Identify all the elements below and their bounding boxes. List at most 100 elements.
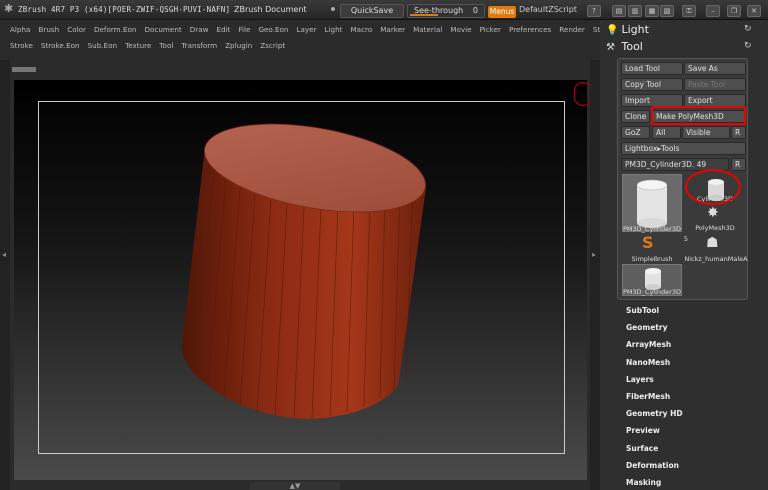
zbrush-logo-icon: ✱ — [4, 2, 14, 15]
tool-reset-icon[interactable]: ↻ — [744, 41, 752, 51]
see-through-fill — [410, 14, 438, 16]
visible-button[interactable]: Visible — [682, 126, 730, 139]
all-button[interactable]: All — [652, 126, 681, 139]
menu-row-2: Stroke Stroke.Eon Sub.Eon Texture Tool Transf… — [10, 41, 293, 55]
zbrush-window: { "titlebar": { "title": "ZBrush 4R7 P3 … — [0, 0, 768, 490]
human-figure-icon[interactable]: ☗ — [706, 235, 719, 251]
menu-item[interactable]: Document — [144, 25, 181, 34]
close-icon[interactable]: ✕ — [747, 5, 761, 17]
menu-item[interactable]: Material — [413, 25, 442, 34]
subpalette-item[interactable]: SubTool — [626, 306, 659, 315]
subpalette-item[interactable]: Surface — [626, 444, 658, 453]
light-reset-icon[interactable]: ↻ — [744, 24, 752, 34]
tool-count: 5 — [683, 235, 689, 243]
menu-bar: Alpha Brush Color Deform.Eon Document Draw Edi… — [10, 22, 617, 58]
menu-item[interactable]: Sub.Eon — [88, 41, 117, 50]
menu-item[interactable]: Edit — [216, 25, 230, 34]
hammer-icon: ⚒ — [606, 42, 615, 53]
r-button[interactable]: R — [731, 126, 746, 139]
subpalette-item[interactable]: Geometry — [626, 323, 667, 332]
window-title: ZBrush 4R7 P3 (x64)[POER-ZWIF-QSGH-PUVI-… — [18, 5, 231, 14]
see-through-value: 0 — [472, 6, 478, 15]
polymesh3d-star-icon[interactable]: ✸ — [707, 205, 719, 221]
menu-item[interactable]: Zplugin — [225, 41, 252, 50]
left-tray-arrow-icon[interactable]: ◂ — [2, 250, 6, 259]
red-highlight-box — [651, 106, 746, 125]
thumb-caption-polymesh3d: PolyMesh3D — [695, 224, 735, 232]
subpalette-item[interactable]: Preview — [626, 426, 660, 435]
lightbox-tools-button[interactable]: Lightbox▸Tools — [621, 142, 746, 155]
menu-item[interactable]: File — [238, 25, 250, 34]
left-tray-scroll[interactable]: ◂ — [0, 60, 10, 490]
subpalette-item[interactable]: Deformation — [626, 461, 679, 470]
subpalette-item[interactable]: NanoMesh — [626, 358, 670, 367]
menu-item[interactable]: Macro — [350, 25, 372, 34]
layout-3-icon[interactable]: ▦ — [645, 5, 659, 17]
menus-toggle-button[interactable]: Menus — [488, 6, 516, 18]
document-name: ZBrush Document — [234, 5, 307, 14]
right-tray-arrow-icon[interactable]: ▸ — [592, 250, 596, 259]
thumb-caption-pm3d: PM3D_Cylinder3D — [623, 225, 681, 233]
minimize-icon[interactable]: – — [706, 5, 720, 17]
menu-item[interactable]: Brush — [38, 25, 59, 34]
r-button-2[interactable]: R — [731, 158, 746, 171]
restore-icon[interactable]: ❐ — [727, 5, 741, 17]
menu-item[interactable]: Transform — [181, 41, 217, 50]
subpalette-item[interactable]: Layers — [626, 375, 654, 384]
tool-palette-panel: 💡 Light ↻ ⚒ Tool ↻ Load Tool Save As Cop… — [600, 20, 768, 490]
menu-item[interactable]: Alpha — [10, 25, 30, 34]
subpalette-item[interactable]: FiberMesh — [626, 392, 670, 401]
copy-tool-button[interactable]: Copy Tool — [621, 78, 683, 91]
tool-palette-header[interactable]: ⚒ Tool — [606, 40, 643, 53]
see-through-slider[interactable]: See-through 0 — [407, 4, 485, 18]
menu-row-1: Alpha Brush Color Deform.Eon Document Draw Edi… — [10, 25, 625, 39]
menu-item[interactable]: Texture — [125, 41, 151, 50]
help-icon[interactable]: ? — [587, 5, 601, 17]
menu-item[interactable]: Draw — [190, 25, 209, 34]
layout-2-icon[interactable]: ▥ — [628, 5, 642, 17]
subpalette-item[interactable]: Masking — [626, 478, 661, 487]
menu-item[interactable]: Stroke.Eon — [41, 41, 80, 50]
menu-item[interactable]: Light — [325, 25, 343, 34]
menu-item[interactable]: Marker — [380, 25, 405, 34]
clone-button[interactable]: Clone — [621, 110, 650, 123]
load-tool-button[interactable]: Load Tool — [621, 62, 683, 75]
menu-item[interactable]: Tool — [159, 41, 173, 50]
quicksave-button[interactable]: QuickSave — [340, 4, 404, 18]
red-highlight-circle — [685, 169, 741, 205]
bottom-tray-arrow-icon[interactable]: ▲▼ — [250, 482, 340, 490]
title-bar: ✱ ZBrush 4R7 P3 (x64)[POER-ZWIF-QSGH-PUV… — [0, 0, 768, 20]
thumb-caption-pm3d-small: PM3D_Cylinder3D — [623, 288, 681, 296]
menu-item[interactable]: Stroke — [10, 41, 33, 50]
status-dot-icon — [331, 7, 335, 11]
default-zscript-button[interactable]: DefaultZScript — [519, 5, 577, 14]
light-palette-header[interactable]: 💡 Light — [606, 23, 649, 36]
right-tray-scroll[interactable]: ▸ — [590, 60, 600, 490]
menu-item[interactable]: Picker — [480, 25, 501, 34]
subpalette-item[interactable]: ArrayMesh — [626, 340, 671, 349]
light-bulb-icon: 💡 — [606, 25, 619, 36]
cylinder-mesh[interactable] — [14, 80, 587, 480]
menu-item[interactable]: Preferences — [509, 25, 551, 34]
save-as-button[interactable]: Save As — [684, 62, 746, 75]
layout-icon[interactable]: ▤ — [612, 5, 626, 17]
lock-icon[interactable]: ⚿ — [682, 5, 696, 17]
tool-thumbnail-pm3d-cylinder[interactable] — [622, 174, 682, 232]
menu-item[interactable]: Layer — [296, 25, 316, 34]
layout-4-icon[interactable]: ▧ — [660, 5, 674, 17]
menu-item[interactable]: Geo.Eon — [258, 25, 288, 34]
red-annotation-arc — [574, 82, 592, 106]
menu-item[interactable]: Color — [67, 25, 86, 34]
menu-item[interactable]: Movie — [450, 25, 471, 34]
goz-button[interactable]: GoZ — [621, 126, 650, 139]
subpalette-item[interactable]: Geometry HD — [626, 409, 683, 418]
simplebrush-icon[interactable]: S — [642, 233, 654, 252]
canvas-viewport[interactable] — [14, 80, 587, 480]
shelf-handle[interactable] — [12, 67, 36, 72]
paste-tool-button[interactable]: Paste Tool — [684, 78, 746, 91]
tool-subpalette-box: Load Tool Save As Copy Tool Paste Tool I… — [617, 58, 748, 300]
menu-item[interactable]: Deform.Eon — [94, 25, 137, 34]
menu-item[interactable]: Zscript — [260, 41, 285, 50]
menu-item[interactable]: Render — [559, 25, 585, 34]
thumb-caption-nickz: Nickz_humanMaleA — [684, 255, 748, 263]
